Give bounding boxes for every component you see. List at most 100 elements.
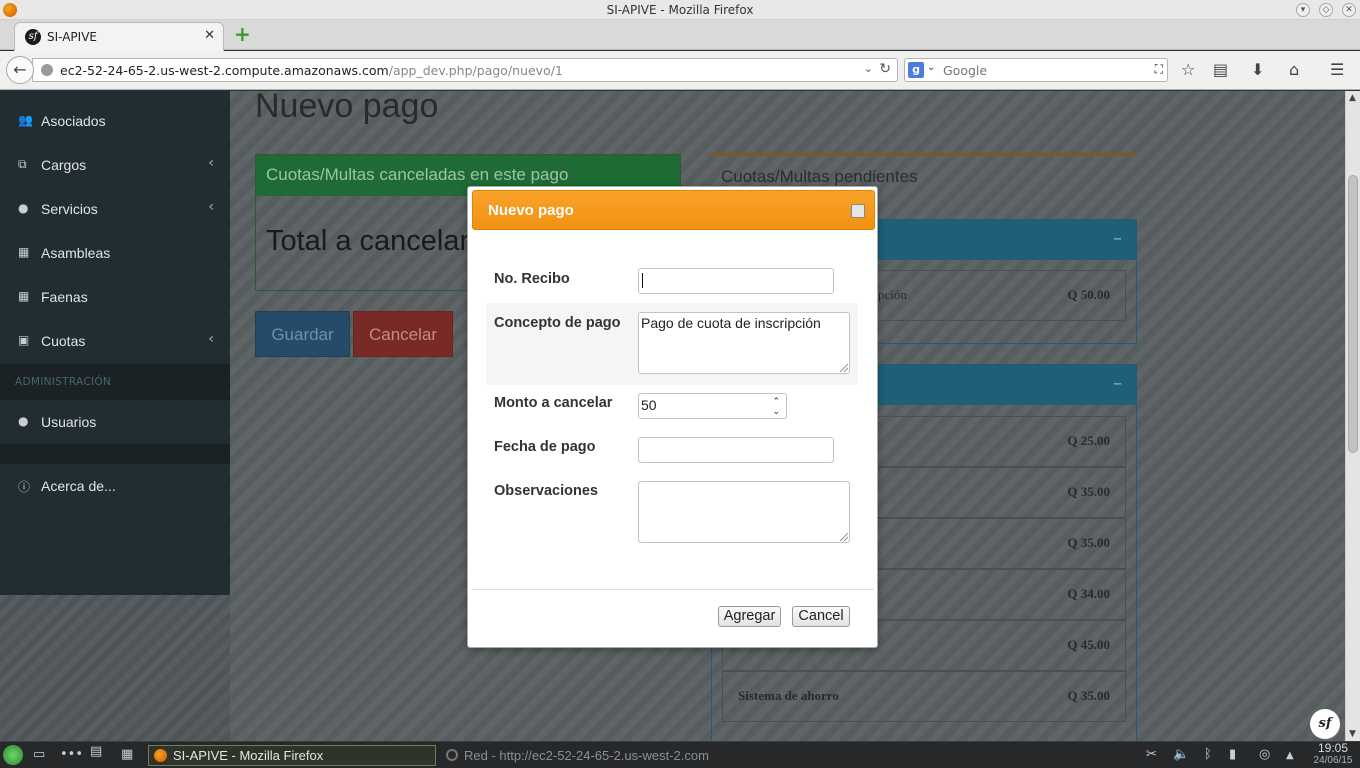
concepto-value: Pago de cuota de inscripción xyxy=(641,315,821,331)
pending-row-amount: Q 35.00 xyxy=(1067,484,1110,499)
form-row-fecha: Fecha de pago xyxy=(486,429,858,473)
bookmark-star-icon[interactable]: ☆ xyxy=(1181,61,1195,79)
drop-icon: ● xyxy=(18,201,29,215)
sidebar-item-faenas[interactable]: ▦ Faenas xyxy=(0,275,230,319)
stepper-down-icon[interactable]: ⌄ xyxy=(772,407,780,416)
search-engine-dropdown-icon[interactable]: ⌄ xyxy=(927,62,935,73)
firefox-icon xyxy=(154,749,167,762)
dialog-title: Nuevo pago xyxy=(488,202,574,219)
taskbar: ▭ ••• ▤ ▦ SI-APIVE - Mozilla Firefox Red… xyxy=(0,741,1360,768)
tray-expand-icon[interactable]: ▲ xyxy=(1286,750,1294,761)
pending-row[interactable]: Sistema de ahorro Q 35.00 xyxy=(722,671,1126,722)
battery-icon[interactable]: ▮ xyxy=(1229,747,1236,762)
pending-row-amount: Q 45.00 xyxy=(1067,637,1110,652)
clock-date: 24/06/15 xyxy=(1313,755,1353,766)
dialog-close-icon[interactable] xyxy=(851,204,865,218)
taskbar-task-label: Red - http://ec2-52-24-65-2.us-west-2.co… xyxy=(464,748,709,763)
home-icon[interactable]: ⌂ xyxy=(1289,61,1299,79)
maximize-window-icon[interactable]: ◇ xyxy=(1319,3,1333,17)
concepto-textarea[interactable]: Pago de cuota de inscripción xyxy=(638,312,850,374)
pending-row-amount: Q 50.00 xyxy=(1067,287,1110,302)
total-label: Total a cancelar: xyxy=(266,225,478,257)
resize-grip-icon[interactable] xyxy=(840,364,848,372)
volume-icon[interactable]: 🔈 xyxy=(1173,747,1189,762)
bluetooth-icon[interactable]: ᛒ xyxy=(1204,747,1212,762)
terminal-icon[interactable]: ▭ xyxy=(33,747,45,762)
sidebar-item-label: Asociados xyxy=(41,113,106,129)
network-task-icon xyxy=(446,749,458,761)
clock[interactable]: 19:05 24/06/15 xyxy=(1306,742,1360,767)
agregar-button[interactable]: Agregar xyxy=(718,606,781,627)
pending-row-label: Sistema de ahorro xyxy=(738,688,839,703)
page-scrollbar[interactable]: ▲ ▼ xyxy=(1345,91,1360,741)
calendar-icon: ▦ xyxy=(18,245,30,259)
more-icon[interactable]: ••• xyxy=(60,747,83,762)
scroll-down-icon[interactable]: ▼ xyxy=(1349,729,1356,739)
monto-label: Monto a cancelar xyxy=(494,395,613,411)
close-window-icon[interactable]: ✕ xyxy=(1342,3,1356,17)
scroll-up-icon[interactable]: ▲ xyxy=(1349,93,1356,103)
window-list-icon[interactable]: ▦ xyxy=(121,747,133,762)
stepper-up-icon[interactable]: ⌃ xyxy=(772,397,780,406)
start-menu-icon[interactable] xyxy=(3,745,23,765)
reading-list-icon[interactable]: ▤ xyxy=(1213,61,1228,79)
new-tab-icon[interactable]: + xyxy=(234,24,251,44)
sidebar-item-cargos[interactable]: ⧉ Cargos ‹ xyxy=(0,143,230,187)
monto-value: 50 xyxy=(641,397,657,413)
dialog-footer-divider xyxy=(471,589,874,590)
scrollbar-thumb[interactable] xyxy=(1348,175,1358,453)
minimize-window-icon[interactable]: ▾ xyxy=(1296,3,1310,17)
minimize-box-icon[interactable]: – xyxy=(1113,228,1122,249)
resize-grip-icon[interactable] xyxy=(840,533,848,541)
url-bar[interactable]: ec2-52-24-65-2.us-west-2.compute.amazona… xyxy=(32,58,898,82)
menu-icon[interactable]: ☰ xyxy=(1330,61,1344,79)
symfony-toolbar-icon[interactable]: sf xyxy=(1310,709,1340,739)
tab-si-apive[interactable]: sf SI-APIVE ✕ xyxy=(14,22,224,51)
network-icon[interactable]: ◎ xyxy=(1259,747,1270,762)
observaciones-label: Observaciones xyxy=(494,483,598,499)
minimize-box-icon[interactable]: – xyxy=(1113,373,1122,394)
tools-icon[interactable]: ✂ xyxy=(1146,747,1157,762)
concepto-label: Concepto de pago xyxy=(494,315,621,331)
recibo-input[interactable] xyxy=(638,268,834,294)
cancelar-button[interactable]: Cancelar xyxy=(353,311,453,357)
sidebar-item-usuarios[interactable]: ● Usuarios xyxy=(0,400,230,444)
sidebar-item-cuotas[interactable]: ▣ Cuotas ‹ xyxy=(0,319,230,363)
sidebar: 👥 Asociados ⧉ Cargos ‹ ● Servicios ‹ ▦ A… xyxy=(0,91,230,595)
nuevo-pago-dialog: Nuevo pago No. Recibo Concepto de pago P… xyxy=(467,186,878,648)
window-title: SI-APIVE - Mozilla Firefox xyxy=(606,3,754,17)
workspace-icon[interactable]: ▤ xyxy=(90,744,102,759)
symfony-favicon-icon: sf xyxy=(25,29,41,45)
url-host: ec2-52-24-65-2.us-west-2.compute.amazona… xyxy=(60,63,389,78)
sidebar-item-label: Usuarios xyxy=(41,414,97,430)
back-button[interactable]: ← xyxy=(6,56,34,84)
taskbar-task-red[interactable]: Red - http://ec2-52-24-65-2.us-west-2.co… xyxy=(440,745,720,766)
url-dropdown-icon[interactable]: ⌄ xyxy=(864,62,873,75)
fecha-input[interactable] xyxy=(638,437,834,463)
calendar-icon: ▦ xyxy=(18,289,30,303)
page-title: Nuevo pago xyxy=(255,91,439,125)
pending-box-top-border xyxy=(711,153,1137,156)
sidebar-section-header: ADMINISTRACIÓN xyxy=(0,364,230,400)
reload-icon[interactable]: ↻ xyxy=(879,61,891,77)
search-bar[interactable]: g ⌄ ⛶ xyxy=(904,58,1168,82)
close-tab-icon[interactable]: ✕ xyxy=(204,28,215,43)
sidebar-item-servicios[interactable]: ● Servicios ‹ xyxy=(0,187,230,231)
monto-stepper[interactable]: 50 ⌃ ⌄ xyxy=(638,393,787,419)
url-text: ec2-52-24-65-2.us-west-2.compute.amazona… xyxy=(60,63,563,78)
search-input[interactable] xyxy=(943,61,1143,79)
money-icon: ▣ xyxy=(18,333,30,347)
guardar-button[interactable]: Guardar xyxy=(255,311,350,357)
sidebar-item-acerca[interactable]: ⓘ Acerca de... xyxy=(0,464,230,508)
download-icon[interactable]: ⬇ xyxy=(1251,61,1264,79)
sidebar-item-asambleas[interactable]: ▦ Asambleas xyxy=(0,231,230,275)
pending-row-amount: Q 35.00 xyxy=(1067,688,1110,703)
binoculars-icon[interactable]: ⛶ xyxy=(1155,62,1163,77)
observaciones-textarea[interactable] xyxy=(638,481,850,543)
chevron-left-icon: ‹ xyxy=(208,331,214,347)
clock-time: 19:05 xyxy=(1317,741,1349,755)
taskbar-task-firefox[interactable]: SI-APIVE - Mozilla Firefox xyxy=(148,745,436,766)
sidebar-item-label: Servicios xyxy=(41,201,98,217)
cancel-button[interactable]: Cancel xyxy=(792,606,850,627)
sidebar-item-asociados[interactable]: 👥 Asociados xyxy=(0,99,230,143)
